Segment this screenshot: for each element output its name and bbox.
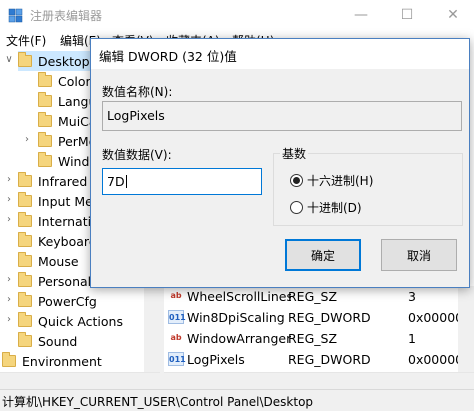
value-row[interactable]: ab WheelScrollLines REG_SZ 3 — [164, 286, 458, 306]
folder-icon — [18, 292, 32, 307]
value-data: 0x00000001 (1) — [408, 309, 458, 325]
binary-value-icon: 011 — [168, 310, 186, 324]
tree-item-environment[interactable]: Environment — [2, 351, 102, 371]
string-value-icon: ab — [170, 291, 182, 300]
value-name: Win8DpiScaling — [187, 309, 285, 325]
tree-item-label: Environment — [22, 353, 102, 369]
folder-icon — [18, 252, 32, 267]
value-data: 0x00000078 (120) — [408, 351, 458, 367]
hex-radio-label: 十六进制(H) — [307, 174, 374, 188]
tree-item-label: Sound — [38, 333, 78, 349]
folder-icon — [18, 192, 32, 207]
value-name: WheelScrollLines — [187, 288, 291, 304]
folder-icon — [18, 232, 32, 247]
value-name-label: 数值名称(N): — [102, 85, 173, 99]
maximize-button[interactable]: ☐ — [384, 0, 430, 30]
status-path: 计算机\HKEY_CURRENT_USER\Control Panel\Desk… — [2, 395, 314, 409]
values-vertical-scrollbar[interactable] — [458, 286, 474, 372]
hex-radio[interactable] — [290, 174, 303, 187]
expand-icon[interactable]: › — [4, 314, 14, 325]
hex-radio-option[interactable]: 十六进制(H) — [290, 172, 373, 189]
value-data-label: 数值数据(V): — [102, 148, 172, 162]
string-value-icon: ab — [170, 333, 182, 342]
menu-file[interactable]: 文件(F) — [6, 32, 46, 49]
folder-icon — [2, 352, 16, 367]
folder-icon — [18, 332, 32, 347]
expand-icon[interactable]: › — [22, 134, 32, 145]
close-button[interactable]: ✕ — [430, 0, 474, 30]
expand-icon[interactable]: › — [4, 194, 14, 205]
tree-item-label: Mouse — [38, 253, 79, 269]
text-caret — [125, 175, 127, 188]
value-type: REG_SZ — [288, 288, 338, 304]
binary-value-icon: 011 — [168, 352, 186, 366]
tree-item-quickactions[interactable]: Quick Actions — [18, 311, 123, 331]
tree-item-sound[interactable]: Sound — [18, 331, 77, 351]
value-data-input[interactable]: 7D — [102, 168, 262, 195]
folder-icon — [18, 272, 32, 287]
folder-icon — [18, 312, 32, 327]
value-name-field: LogPixels — [102, 101, 462, 131]
tree-item-colors[interactable]: Colors — [38, 71, 97, 91]
value-type: REG_DWORD — [288, 309, 371, 325]
minimize-icon: — — [354, 7, 368, 23]
value-type: REG_DWORD — [288, 351, 371, 367]
folder-icon — [38, 72, 52, 87]
expand-icon[interactable]: › — [4, 174, 14, 185]
folder-icon — [18, 212, 32, 227]
tree-item-label: Quick Actions — [38, 313, 123, 329]
value-name: LogPixels — [187, 351, 245, 367]
values-horizontal-scrollbar[interactable] — [164, 372, 474, 389]
base-label: 基数 — [280, 145, 309, 162]
values-list: ab WheelScrollLines REG_SZ 3 011 Win8Dpi… — [164, 286, 458, 372]
dec-radio[interactable] — [290, 201, 303, 214]
value-data: 1 — [408, 330, 416, 346]
folder-icon — [38, 152, 52, 167]
minimize-button[interactable]: — — [338, 0, 384, 30]
value-row[interactable]: 011 LogPixels REG_DWORD 0x00000078 (120) — [164, 349, 458, 369]
expand-icon[interactable]: › — [4, 274, 14, 285]
cancel-button[interactable]: 取消 — [381, 239, 457, 271]
folder-icon — [38, 112, 52, 127]
tree-item-powercfg[interactable]: PowerCfg — [18, 291, 97, 311]
expand-icon[interactable]: › — [4, 294, 14, 305]
tree-item-infrared[interactable]: Infrared — [18, 171, 87, 191]
value-data-text: 7D — [107, 174, 125, 189]
value-row[interactable]: 011 Win8DpiScaling REG_DWORD 0x00000001 … — [164, 307, 458, 327]
edit-dword-dialog: 编辑 DWORD (32 位)值 数值名称(N): LogPixels 数值数据… — [90, 38, 470, 288]
maximize-icon: ☐ — [400, 7, 414, 23]
expand-icon[interactable]: › — [4, 214, 14, 225]
value-name: WindowArrangementActive — [187, 330, 291, 346]
main-titlebar: 注册表编辑器 — ☐ ✕ — [0, 0, 474, 30]
dialog-title: 编辑 DWORD (32 位)值 — [99, 49, 237, 64]
tree-horizontal-scrollbar[interactable] — [0, 372, 160, 389]
tree-item-keyboard[interactable]: Keyboard — [18, 231, 97, 251]
tree-item-label: PowerCfg — [38, 293, 97, 309]
registry-editor-icon — [8, 7, 24, 23]
tree-item-label: Keyboard — [38, 233, 97, 249]
folder-icon — [38, 132, 52, 147]
value-data: 3 — [408, 288, 416, 304]
tree-item-mouse[interactable]: Mouse — [18, 251, 79, 271]
dec-radio-label: 十进制(D) — [307, 201, 362, 215]
value-row[interactable]: ab WindowArrangementActive REG_SZ 1 — [164, 328, 458, 348]
folder-icon — [18, 52, 32, 67]
dec-radio-option[interactable]: 十进制(D) — [290, 199, 362, 216]
ok-button[interactable]: 确定 — [285, 239, 361, 271]
folder-icon — [18, 172, 32, 187]
tree-item-label: Infrared — [38, 173, 88, 189]
status-bar: 计算机\HKEY_CURRENT_USER\Control Panel\Desk… — [0, 389, 474, 411]
tree-item-label: Desktop — [38, 53, 90, 69]
close-icon: ✕ — [447, 7, 459, 23]
dialog-titlebar[interactable]: 编辑 DWORD (32 位)值 — [91, 39, 469, 69]
folder-icon — [38, 92, 52, 107]
cancel-button-label: 取消 — [406, 248, 431, 263]
window-title: 注册表编辑器 — [30, 9, 103, 23]
ok-button-label: 确定 — [310, 248, 335, 263]
collapse-icon[interactable]: ∨ — [4, 54, 14, 65]
value-type: REG_SZ — [288, 330, 338, 346]
